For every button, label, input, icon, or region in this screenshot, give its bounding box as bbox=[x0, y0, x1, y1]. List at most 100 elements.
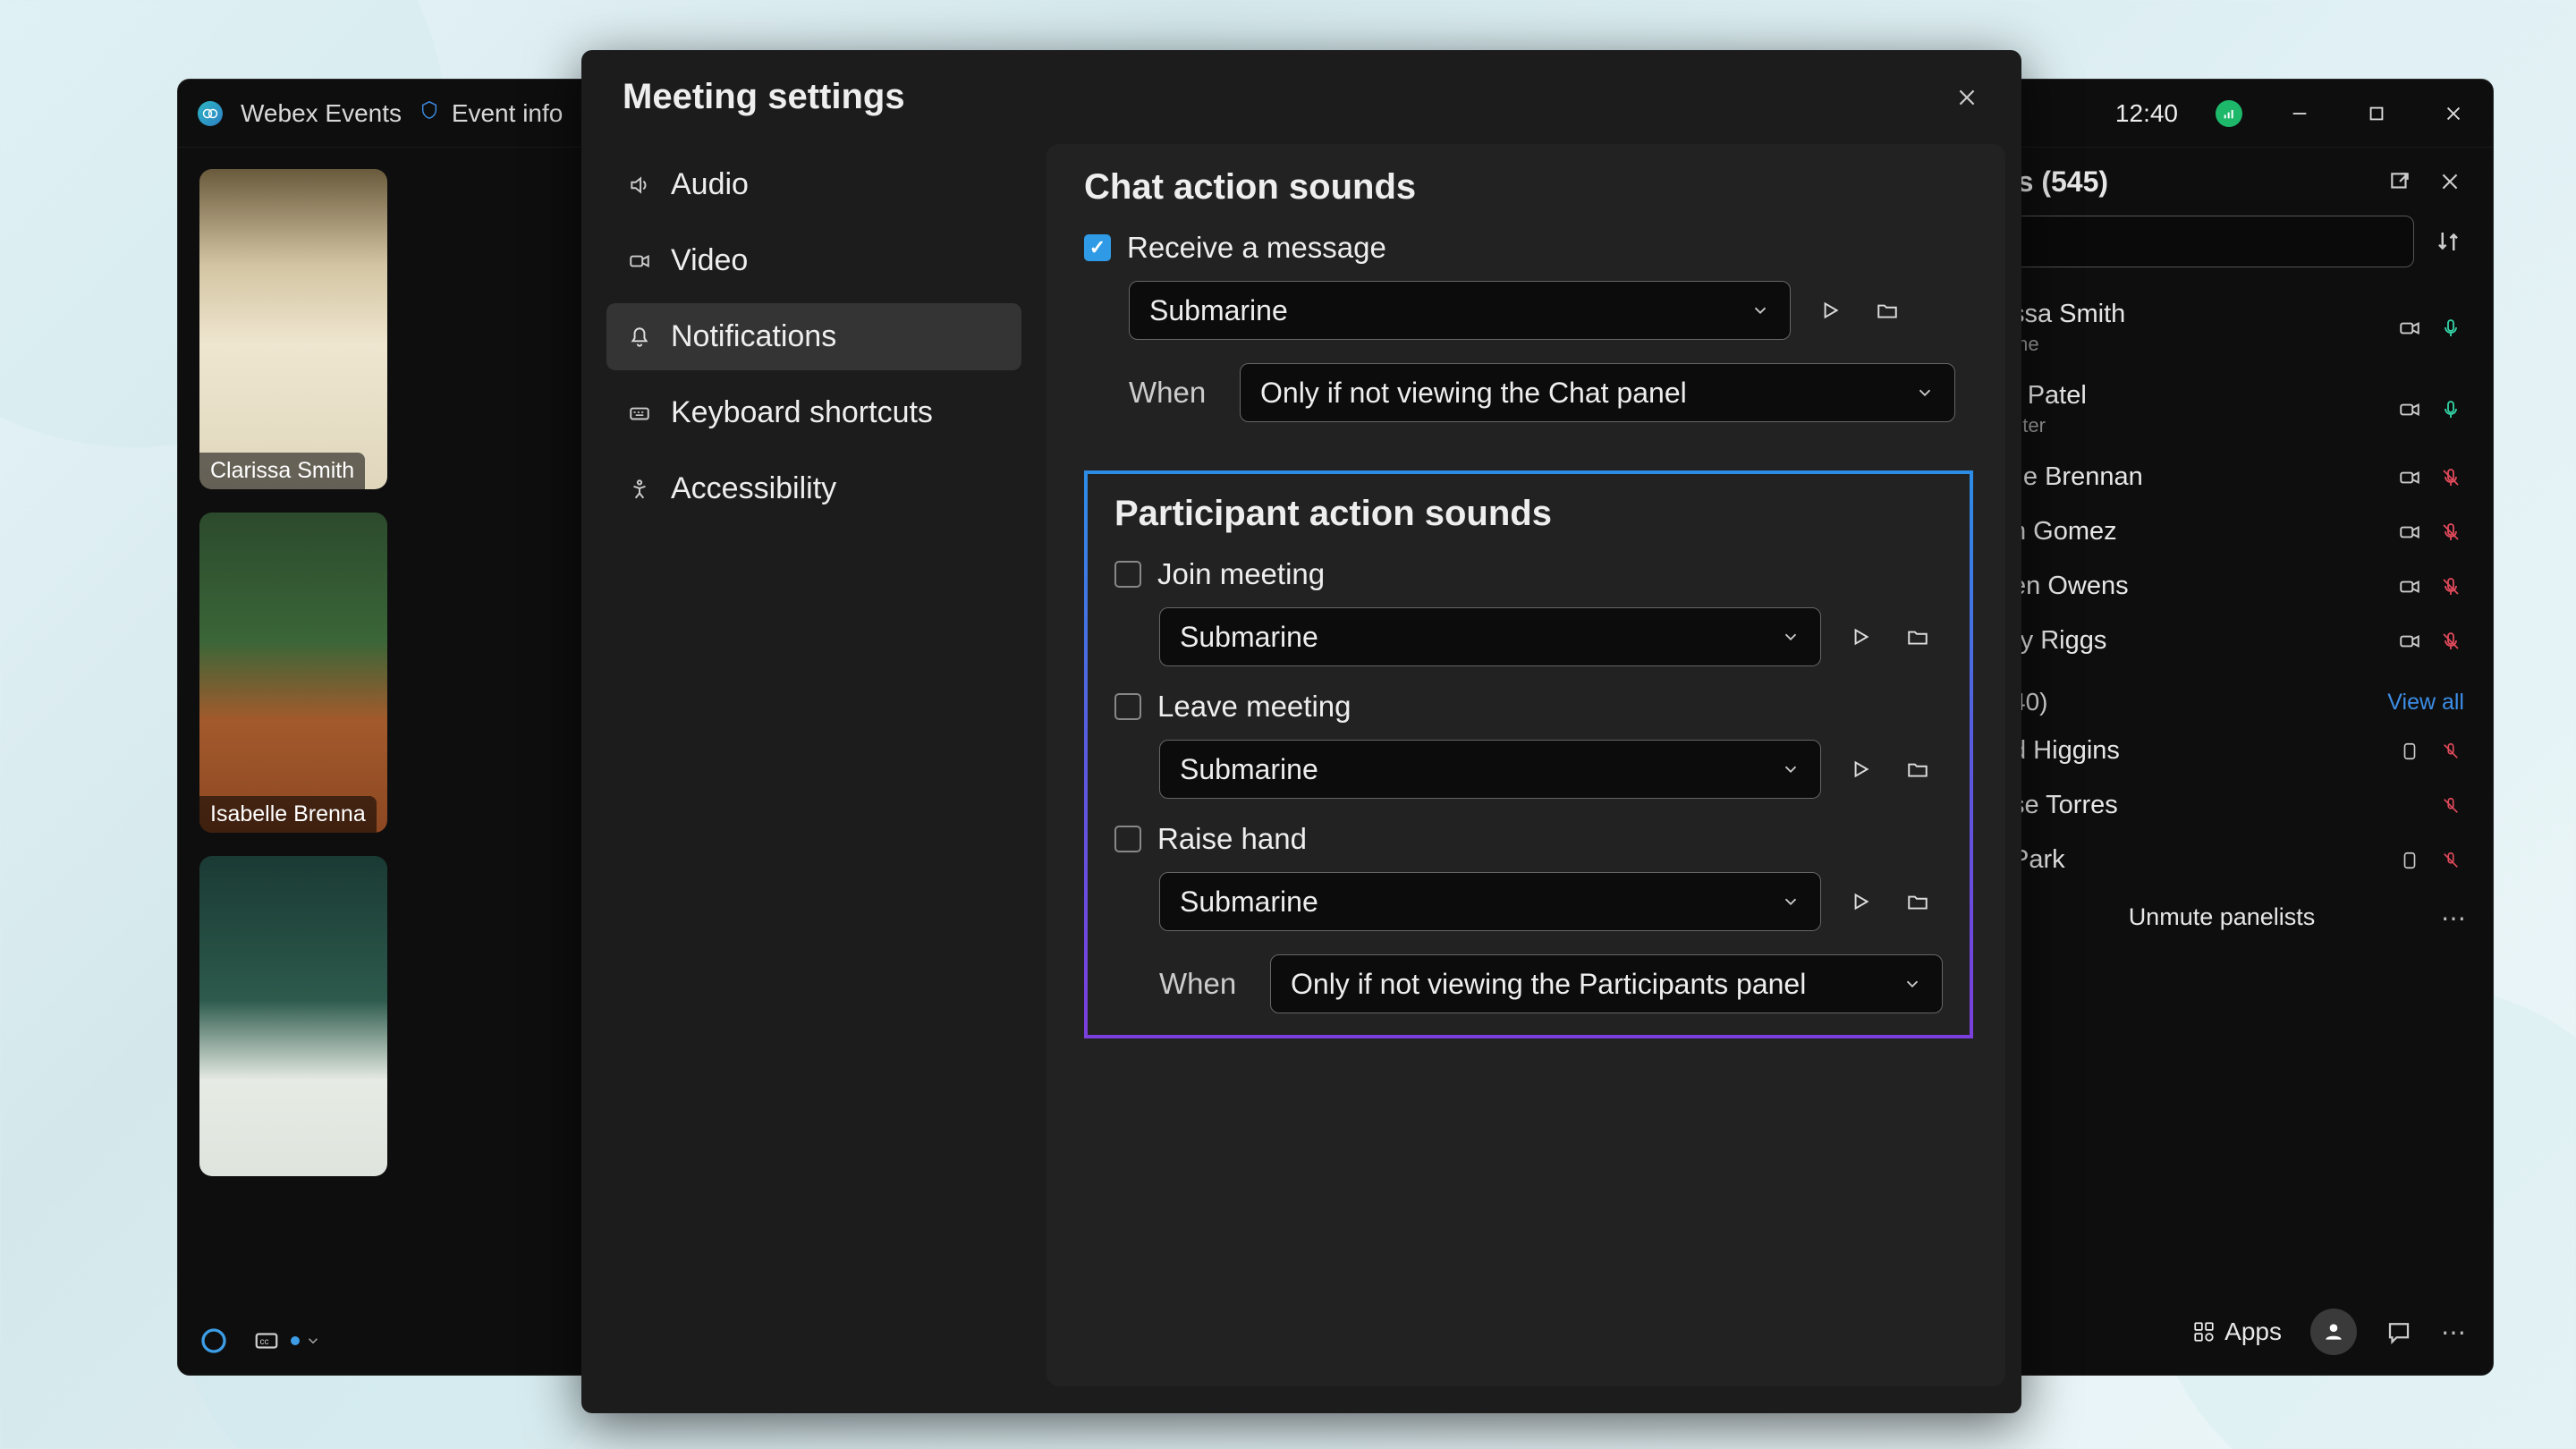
popout-icon[interactable] bbox=[2382, 164, 2418, 199]
mic-off-icon bbox=[2437, 519, 2464, 546]
participant-name: ry Riggs bbox=[2012, 626, 2382, 656]
chat-action-title: Chat action sounds bbox=[1084, 167, 1973, 208]
chevron-down-icon bbox=[1781, 892, 1801, 911]
participant-name: n Gomez bbox=[2012, 517, 2382, 547]
speaker-icon bbox=[626, 172, 653, 199]
video-tile[interactable]: Clarissa Smith bbox=[199, 169, 387, 489]
window-minimize-button[interactable] bbox=[2280, 94, 2319, 133]
select-value: Submarine bbox=[1149, 294, 1288, 327]
chevron-down-icon bbox=[1750, 301, 1770, 320]
camera-icon bbox=[626, 248, 653, 275]
sort-icon[interactable] bbox=[2428, 222, 2468, 261]
chat-button[interactable] bbox=[2385, 1318, 2412, 1345]
video-tile[interactable]: Isabelle Brenna bbox=[199, 513, 387, 833]
participant-row[interactable]: d Higgins bbox=[2003, 724, 2468, 778]
view-all-link[interactable]: View all bbox=[2387, 690, 2464, 716]
clock: 12:40 bbox=[2115, 99, 2178, 128]
video-tile[interactable] bbox=[199, 856, 387, 1176]
tile-name: Isabelle Brenna bbox=[199, 796, 377, 833]
leave-meeting-checkbox[interactable] bbox=[1114, 693, 1141, 720]
participant-row[interactable]: ry Riggs bbox=[2003, 614, 2468, 668]
nav-audio[interactable]: Audio bbox=[606, 151, 1021, 218]
join-sound-select[interactable]: Submarine bbox=[1159, 607, 1821, 666]
receive-sound-select[interactable]: Submarine bbox=[1129, 281, 1791, 340]
close-panel-button[interactable] bbox=[2432, 164, 2468, 199]
browse-sound-button[interactable] bbox=[1869, 292, 1905, 328]
more-options-button[interactable]: ⋯ bbox=[2441, 1318, 2468, 1347]
nav-label: Audio bbox=[671, 167, 749, 202]
settings-nav: Audio Video Notifications Keyboard short… bbox=[581, 135, 1046, 1413]
when-label: When bbox=[1129, 376, 1215, 410]
close-icon[interactable] bbox=[1948, 79, 1986, 116]
nav-label: Notifications bbox=[671, 319, 836, 354]
nav-notifications[interactable]: Notifications bbox=[606, 303, 1021, 370]
participant-row[interactable]: r Patel nter bbox=[2003, 369, 2468, 450]
participants-search-input[interactable] bbox=[2003, 216, 2414, 267]
participant-row[interactable]: n Gomez bbox=[2003, 504, 2468, 559]
leave-sound-select[interactable]: Submarine bbox=[1159, 740, 1821, 799]
mic-off-icon bbox=[2437, 573, 2464, 600]
assistant-icon[interactable] bbox=[199, 1326, 228, 1355]
play-sound-button[interactable] bbox=[1843, 884, 1878, 919]
tile-name: Clarissa Smith bbox=[199, 453, 365, 489]
status-indicator-icon bbox=[2216, 100, 2242, 127]
participant-name: d Higgins bbox=[2012, 736, 2382, 766]
browse-sound-button[interactable] bbox=[1900, 884, 1936, 919]
mic-off-icon bbox=[2437, 464, 2464, 491]
select-value: Only if not viewing the Participants pan… bbox=[1291, 968, 1806, 1001]
nav-accessibility[interactable]: Accessibility bbox=[606, 455, 1021, 522]
browse-sound-button[interactable] bbox=[1900, 619, 1936, 655]
apps-label: Apps bbox=[2224, 1318, 2282, 1346]
video-icon bbox=[2396, 628, 2423, 655]
video-grid: Clarissa Smith Isabelle Brenna bbox=[178, 148, 411, 1375]
participant-name: r Patel bbox=[2012, 381, 2382, 411]
participant-row[interactable]: se Torres bbox=[2003, 778, 2468, 833]
raise-sound-select[interactable]: Submarine bbox=[1159, 872, 1821, 931]
leave-meeting-label: Leave meeting bbox=[1157, 690, 1351, 724]
window-maximize-button[interactable] bbox=[2357, 94, 2396, 133]
receive-message-checkbox[interactable] bbox=[1084, 234, 1111, 261]
mic-off-icon bbox=[2437, 792, 2464, 819]
notification-dot-icon bbox=[291, 1336, 300, 1345]
mic-off-icon bbox=[2437, 628, 2464, 655]
select-value: Submarine bbox=[1180, 886, 1318, 919]
select-value: Only if not viewing the Chat panel bbox=[1260, 377, 1687, 410]
participant-row[interactable]: ssa Smithme bbox=[2003, 287, 2468, 369]
device-icon bbox=[2396, 847, 2423, 874]
event-info-link[interactable]: Event info bbox=[419, 98, 563, 128]
apps-button[interactable]: Apps bbox=[2192, 1318, 2282, 1346]
cc-icon[interactable]: cc bbox=[253, 1327, 321, 1354]
receive-message-label: Receive a message bbox=[1127, 231, 1386, 265]
play-sound-button[interactable] bbox=[1843, 619, 1878, 655]
nav-video[interactable]: Video bbox=[606, 227, 1021, 294]
raise-hand-checkbox[interactable] bbox=[1114, 826, 1141, 852]
participant-when-select[interactable]: Only if not viewing the Participants pan… bbox=[1270, 954, 1943, 1013]
participant-name: en Owens bbox=[2012, 572, 2382, 601]
chevron-down-icon bbox=[1781, 627, 1801, 647]
chat-when-select[interactable]: Only if not viewing the Chat panel bbox=[1240, 363, 1955, 422]
participant-row[interactable]: en Owens bbox=[2003, 559, 2468, 614]
nav-shortcuts[interactable]: Keyboard shortcuts bbox=[606, 379, 1021, 446]
join-meeting-checkbox[interactable] bbox=[1114, 561, 1141, 588]
meeting-settings-modal: Meeting settings Audio Video Notificatio… bbox=[581, 50, 2021, 1413]
chevron-down-icon bbox=[1902, 974, 1922, 994]
chevron-down-icon bbox=[1915, 383, 1935, 402]
more-icon[interactable]: ⋯ bbox=[2441, 903, 2468, 933]
play-sound-button[interactable] bbox=[1812, 292, 1848, 328]
participants-button[interactable] bbox=[2310, 1309, 2357, 1355]
nav-label: Video bbox=[671, 243, 748, 278]
participant-row[interactable]: lle Brennan bbox=[2003, 450, 2468, 504]
mic-off-icon bbox=[2437, 847, 2464, 874]
video-icon bbox=[2396, 573, 2423, 600]
participants-list: ssa Smithme r Patel nter lle Brennan n Go… bbox=[2003, 287, 2468, 940]
window-close-button[interactable] bbox=[2434, 94, 2473, 133]
play-sound-button[interactable] bbox=[1843, 751, 1878, 787]
modal-title: Meeting settings bbox=[623, 77, 1948, 117]
shield-icon bbox=[419, 98, 439, 122]
participant-row[interactable]: Park bbox=[2003, 833, 2468, 887]
participant-name: lle Brennan bbox=[2012, 462, 2382, 492]
browse-sound-button[interactable] bbox=[1900, 751, 1936, 787]
participant-role: nter bbox=[2012, 414, 2382, 437]
nav-label: Keyboard shortcuts bbox=[671, 395, 933, 430]
unmute-panelists-button[interactable]: Unmute panelists bbox=[2129, 903, 2316, 930]
